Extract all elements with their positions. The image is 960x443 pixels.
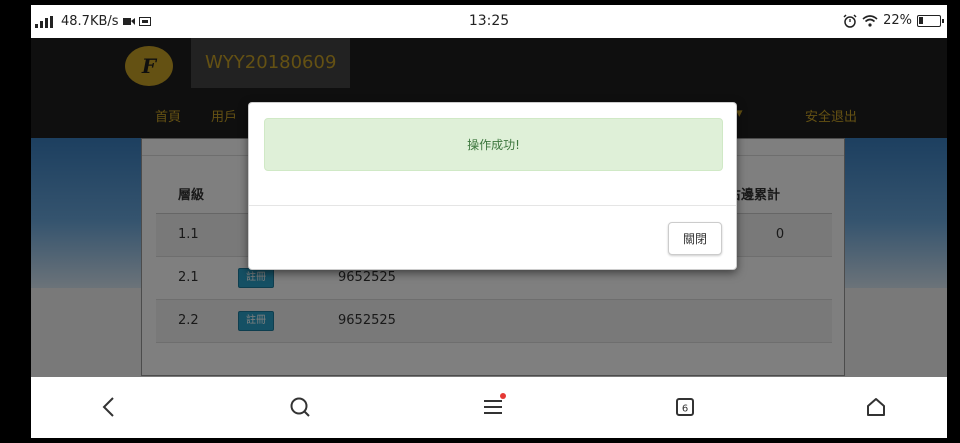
wifi-icon: [862, 15, 878, 27]
success-message: 操作成功!: [467, 138, 520, 152]
close-button[interactable]: 關閉: [668, 222, 722, 255]
web-page: F WYY20180609 首頁 用戶 ▾ 安全退出 層級 右邊累計 1.1: [31, 38, 947, 377]
battery-percent: 22%: [883, 13, 912, 28]
notification-dot: [500, 393, 506, 399]
success-dialog: 操作成功! 關閉: [248, 102, 737, 270]
home-icon[interactable]: [860, 391, 892, 423]
back-icon[interactable]: [93, 391, 125, 423]
tab-count: 6: [682, 404, 688, 415]
browser-bottom-bar: 6: [31, 377, 947, 438]
success-alert: 操作成功!: [264, 118, 723, 171]
tabs-icon[interactable]: 6: [669, 391, 701, 423]
menu-icon[interactable]: [477, 391, 509, 423]
status-bar: 48.7KB/s 13:25 22%: [31, 5, 947, 38]
alarm-icon: [843, 13, 857, 28]
dialog-footer: 關閉: [249, 205, 736, 271]
search-icon[interactable]: [284, 391, 316, 423]
phone-screen: 48.7KB/s 13:25 22% F WYY20180609 首頁 用戶 ▾…: [31, 5, 947, 438]
clock: 13:25: [468, 13, 510, 29]
battery-icon: [917, 14, 944, 27]
